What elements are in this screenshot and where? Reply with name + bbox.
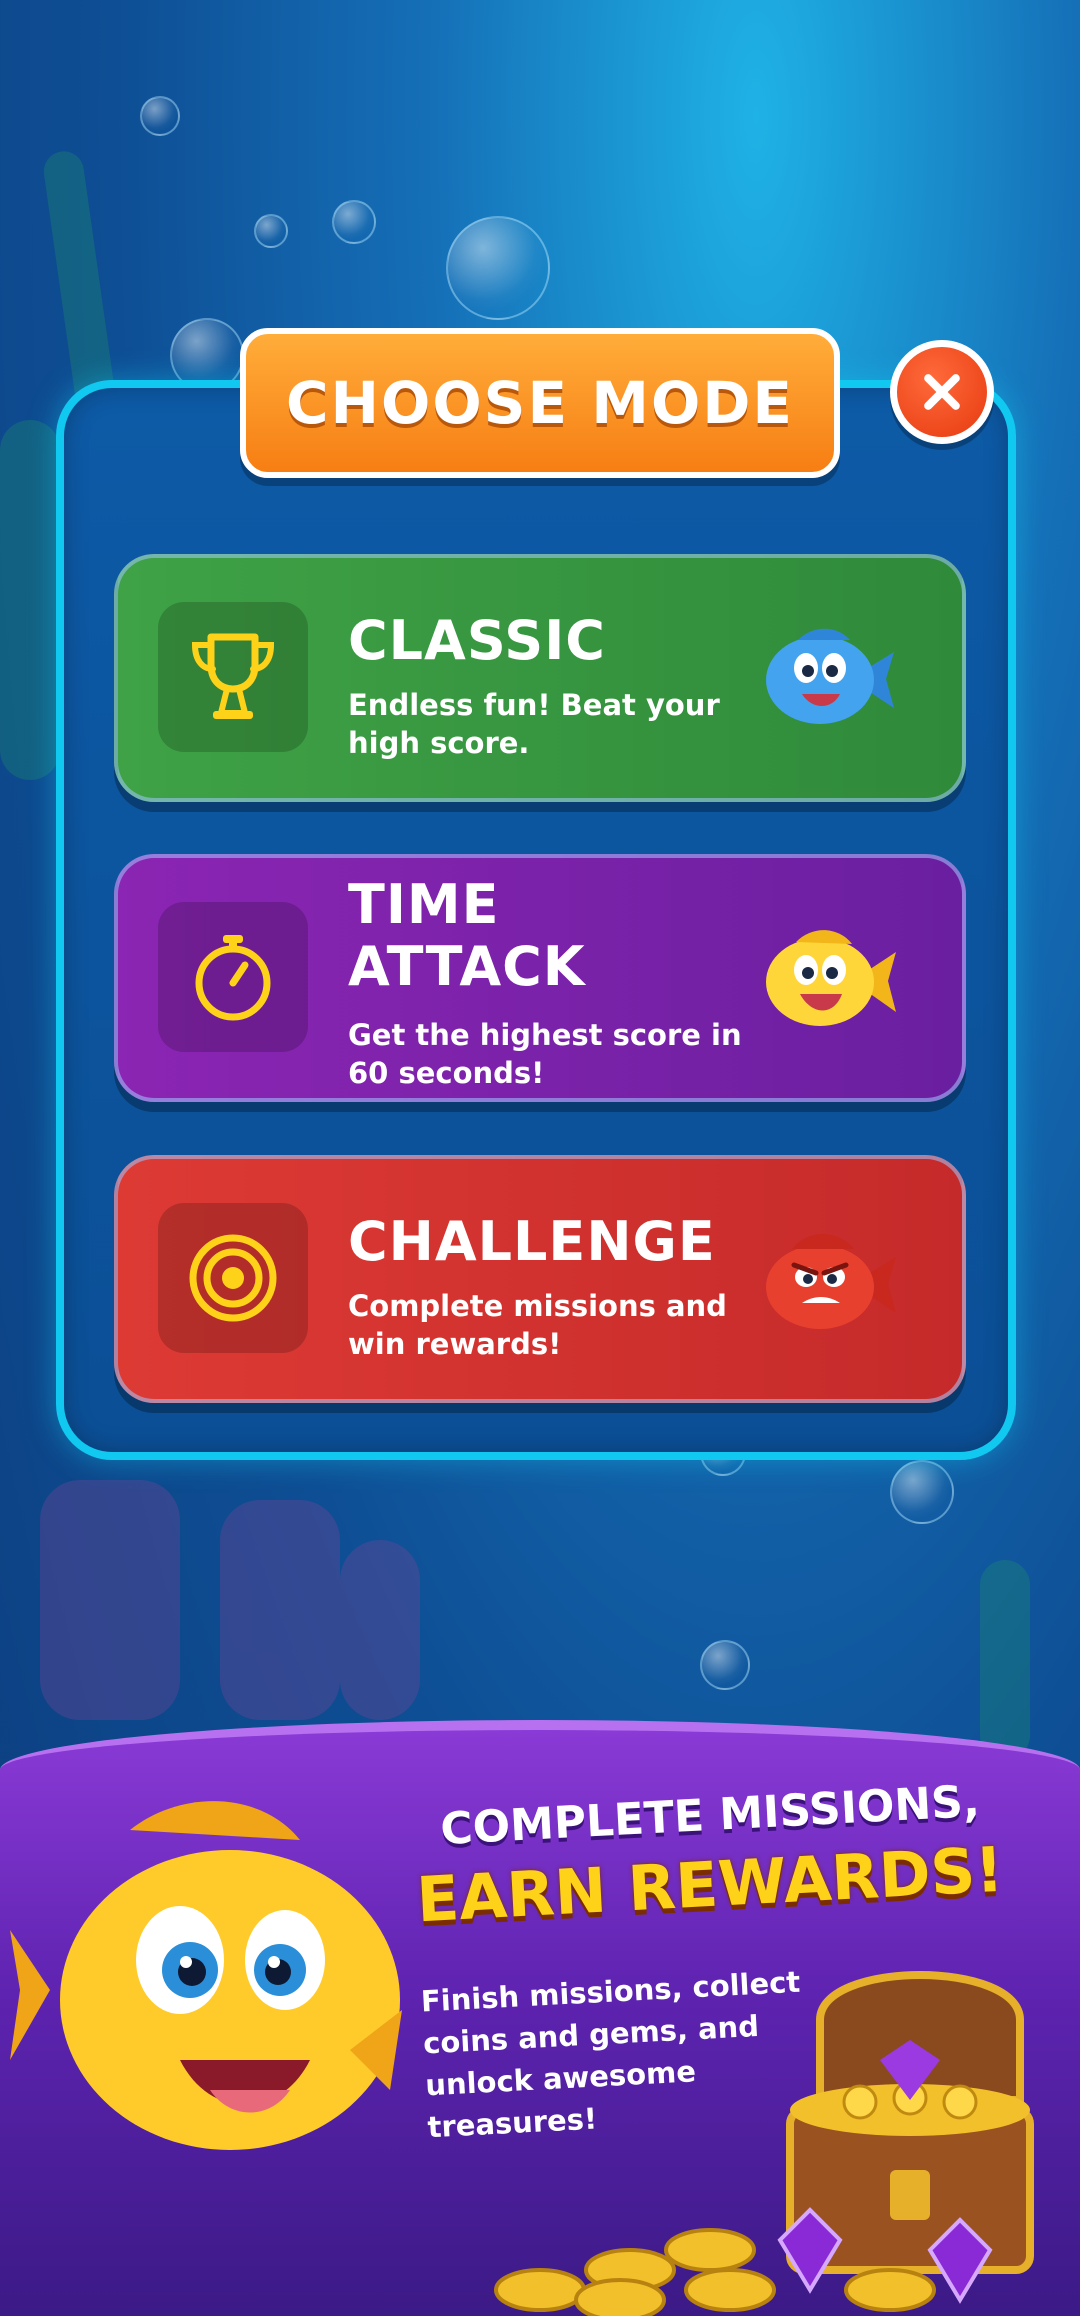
close-icon [924,374,960,410]
mode-title: CHALLENGE [348,1210,716,1273]
coins-and-gems-icon [494,2207,993,2316]
mode-title: TIME ATTACK [348,873,586,998]
bubble [332,200,376,244]
game-screen: CHOOSE MODE CLASSIC Endless fun! Beat yo… [0,0,1080,2316]
seaweed [980,1560,1030,1760]
mode-card-time-attack[interactable]: TIME ATTACK Get the highest score in 60 … [114,854,966,1102]
stopwatch-icon [195,935,271,1021]
mode-description: Endless fun! Beat your high score. [348,688,720,760]
close-button[interactable] [890,340,994,444]
seaweed [0,420,60,780]
mode-icon-box [158,902,308,1052]
coral [220,1500,340,1720]
red-fish-icon [766,1234,896,1329]
mode-card-classic[interactable]: CLASSIC Endless fun! Beat your high scor… [114,554,966,802]
bubble [254,214,288,248]
mode-card-challenge[interactable]: CHALLENGE Complete missions and win rewa… [114,1155,966,1403]
bubble [700,1640,750,1690]
bubble [446,216,550,320]
mode-description: Get the highest score in 60 seconds! [348,1018,742,1090]
coral [40,1480,180,1720]
yellow-fish-mascot [10,1801,402,2150]
rewards-banner[interactable]: COMPLETE MISSIONS, EARN REWARDS! Finish … [0,1720,1080,2316]
mode-icon-box [158,602,308,752]
mode-icon-box [158,1203,308,1353]
blue-fish-icon [766,628,894,724]
modal-title: CHOOSE MODE [240,328,840,478]
target-icon [189,1234,277,1322]
bubble [140,96,180,136]
mode-title: CLASSIC [348,609,606,672]
mode-description: Complete missions and win rewards! [348,1289,727,1361]
coral [340,1540,420,1720]
trophy-icon [191,633,275,719]
bubble [890,1460,954,1524]
yellow-fish-icon [766,930,896,1026]
